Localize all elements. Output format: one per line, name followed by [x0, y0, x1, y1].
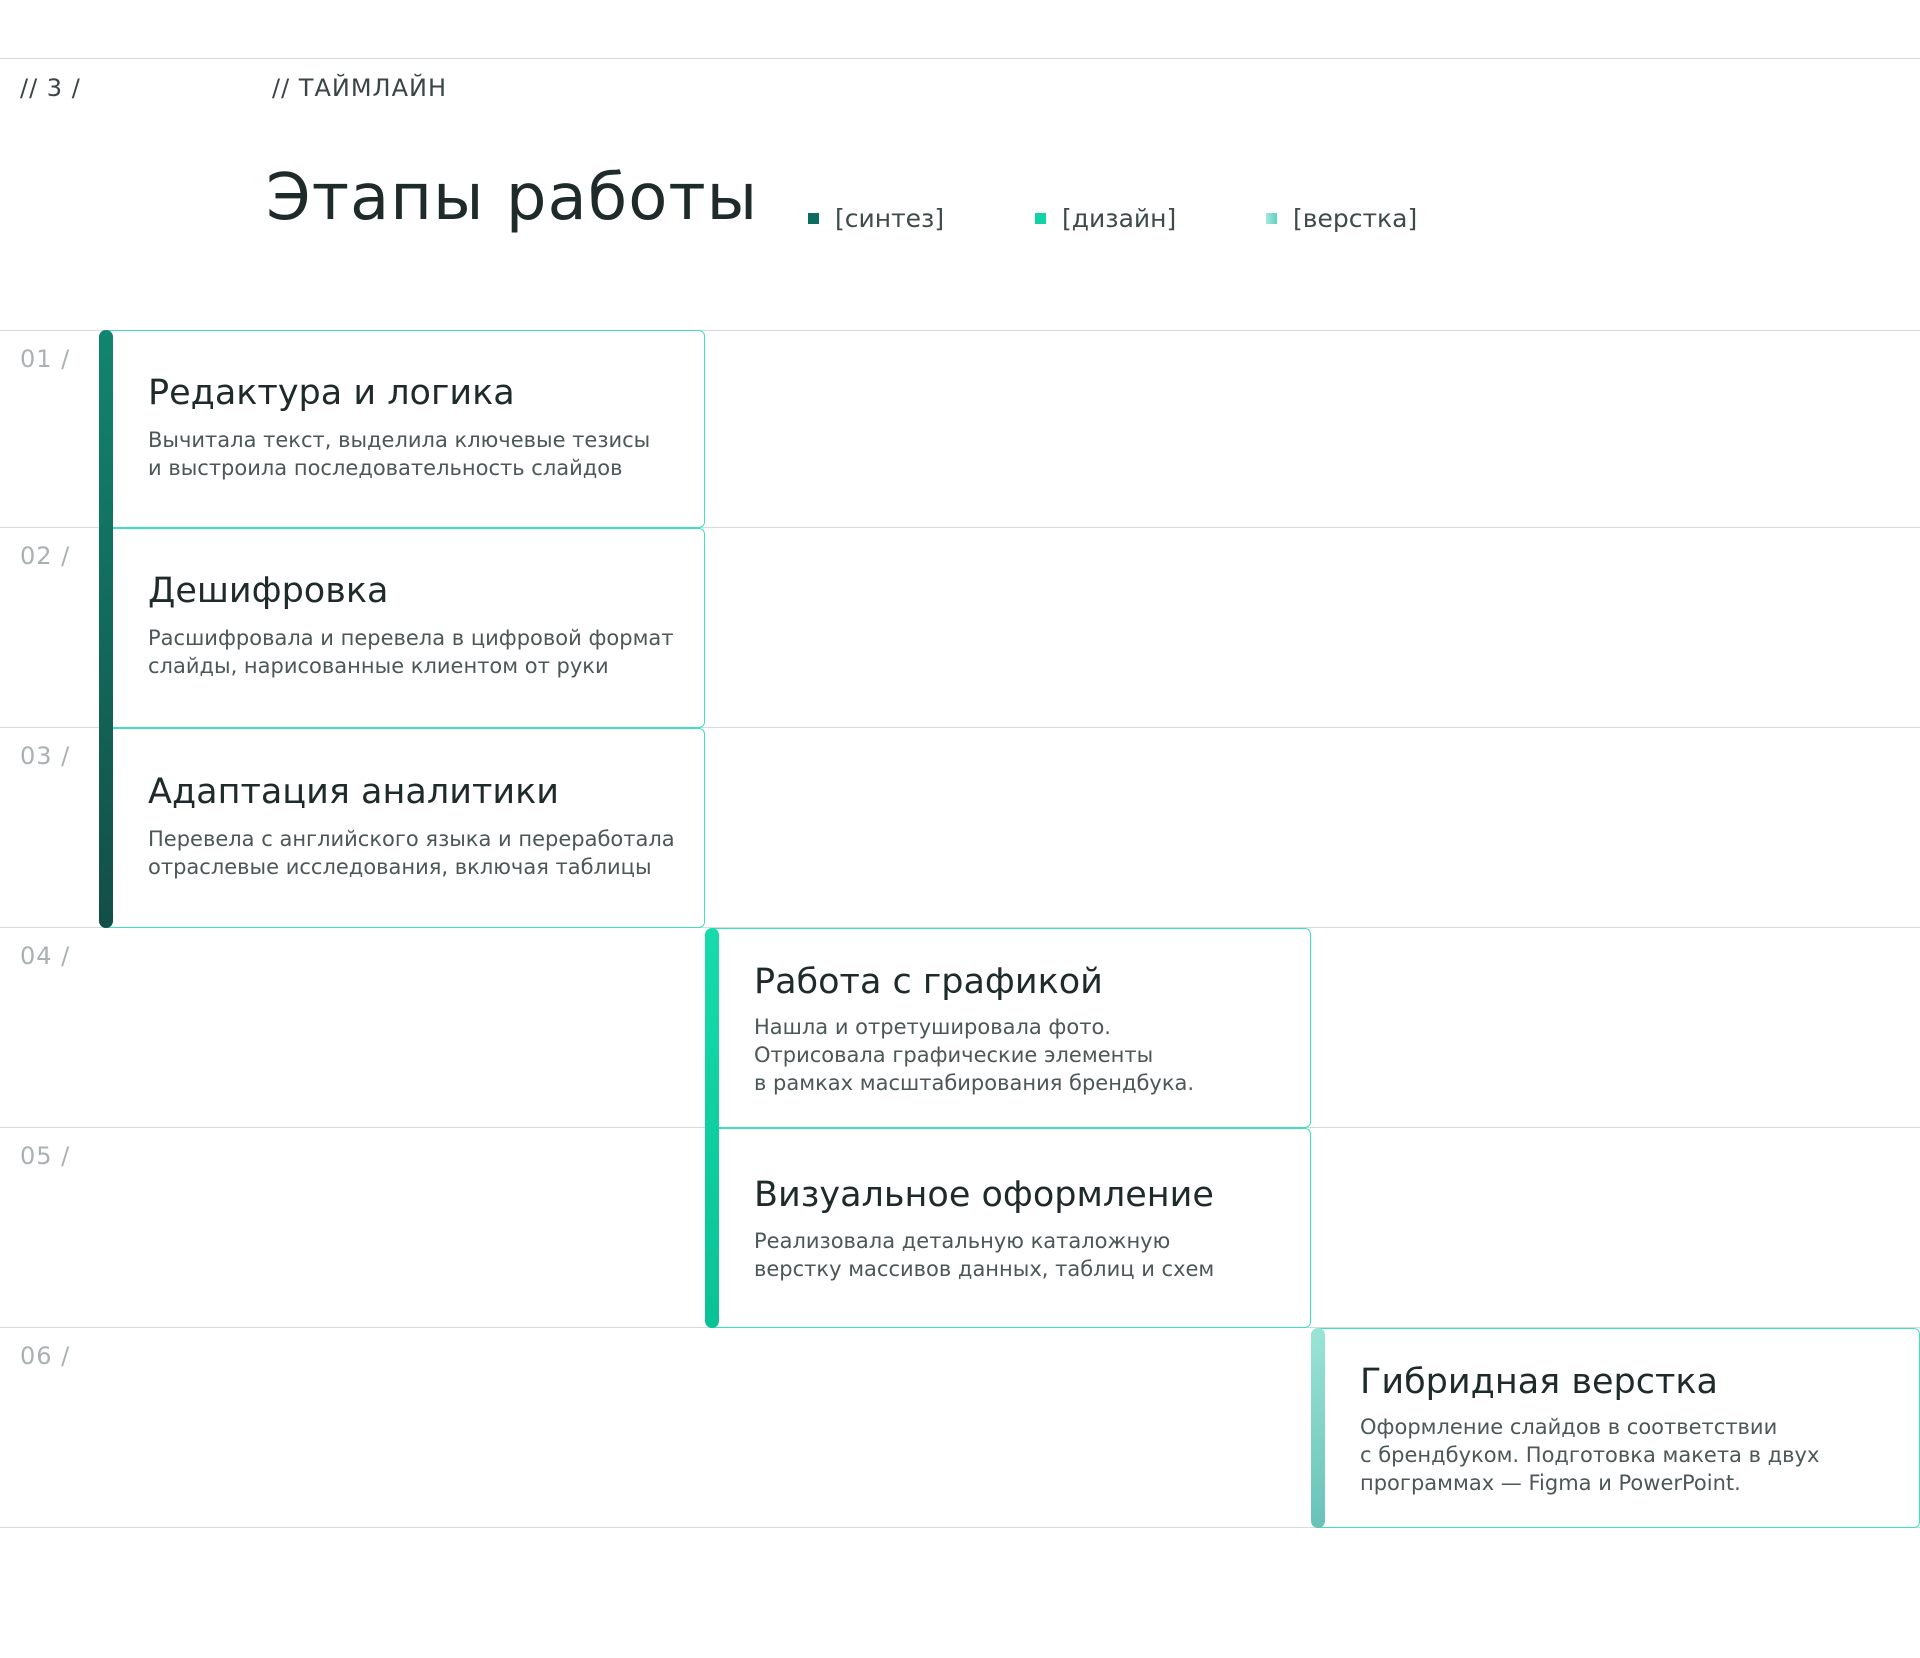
card-title: Визуальное оформление [754, 1175, 1214, 1215]
legend-label: [верстка] [1293, 204, 1418, 233]
legend-item-layout: [верстка] [1266, 204, 1417, 233]
legend-square-icon [808, 213, 819, 224]
card-description: Расшифровала и перевела в цифровой форма… [148, 626, 674, 678]
legend-label: [дизайн] [1062, 204, 1177, 233]
legend-item-synthesis: [синтез] [808, 204, 944, 233]
row-number: 05 / [20, 1142, 71, 1170]
section-label: // ТАЙМЛАЙН [272, 74, 448, 102]
row-number: 06 / [20, 1342, 71, 1370]
card-description: Нашла и отретушировала фото. Отрисовала … [754, 1015, 1195, 1095]
card-title: Редактура и логика [148, 373, 515, 413]
card-description: Перевела с английского языка и переработ… [148, 827, 675, 879]
legend-item-design: [дизайн] [1035, 204, 1176, 233]
card-title: Дешифровка [148, 571, 389, 611]
phase-bar-layout [1311, 1328, 1325, 1528]
card-description: Реализовала детальную каталожную верстку… [754, 1229, 1215, 1281]
timeline-card: Работа с графикой Нашла и отретушировала… [706, 928, 1311, 1128]
phase-bar-design [705, 928, 719, 1328]
card-title: Гибридная верстка [1360, 1362, 1718, 1402]
section-number: // 3 / [20, 74, 81, 102]
card-description: Оформление слайдов в соответствии с брен… [1360, 1415, 1820, 1495]
timeline-card: Визуальное оформление Реализовала деталь… [706, 1128, 1311, 1328]
legend-square-icon [1266, 213, 1277, 224]
timeline-card: Адаптация аналитики Перевела с английско… [100, 728, 705, 928]
timeline-card: Редактура и логика Вычитала текст, выдел… [100, 330, 705, 528]
page-title: Этапы работы [266, 161, 759, 235]
row-number: 04 / [20, 942, 71, 970]
timeline-card: Дешифровка Расшифровала и перевела в циф… [100, 528, 705, 728]
row-number: 01 / [20, 345, 71, 373]
card-description: Вычитала текст, выделила ключевые тезисы… [148, 428, 651, 480]
card-title: Работа с графикой [754, 962, 1103, 1002]
card-title: Адаптация аналитики [148, 772, 559, 812]
legend-square-icon [1035, 213, 1046, 224]
timeline-card: Гибридная верстка Оформление слайдов в с… [1312, 1328, 1920, 1528]
phase-bar-synthesis [99, 330, 113, 928]
legend-label: [синтез] [835, 204, 945, 233]
top-divider [0, 58, 1920, 59]
row-number: 02 / [20, 542, 71, 570]
row-number: 03 / [20, 742, 71, 770]
